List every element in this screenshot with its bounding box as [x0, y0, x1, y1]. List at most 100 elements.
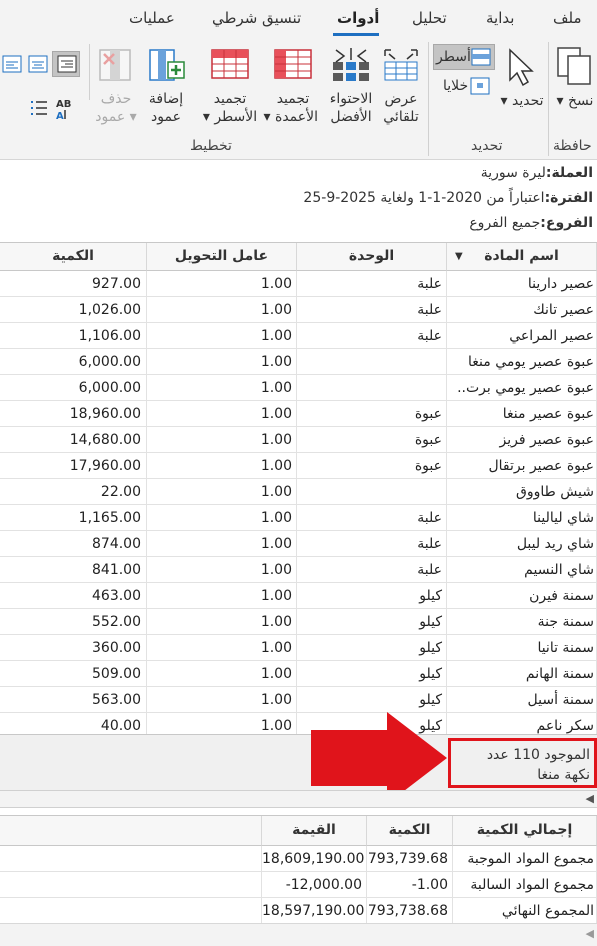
cell-unit[interactable]: علبة — [297, 271, 447, 297]
cell-quantity[interactable]: 40.00 — [0, 713, 147, 734]
table-row[interactable]: شاي ليالينا علبة 1.00 1,165.00 — [0, 505, 597, 531]
cell-unit[interactable]: علبة — [297, 505, 447, 531]
column-header-quantity[interactable]: الكمية — [0, 243, 147, 271]
table-row[interactable]: عصير دارينا علبة 1.00 927.00 — [0, 271, 597, 297]
cell-item-name[interactable]: شاي ليالينا — [447, 505, 597, 531]
cell-quantity[interactable]: 927.00 — [0, 271, 147, 297]
cell-unit[interactable]: علبة — [297, 557, 447, 583]
cell-quantity[interactable]: 18,960.00 — [0, 401, 147, 427]
column-header-unit[interactable]: الوحدة — [297, 243, 447, 271]
freeze-rows-button[interactable]: تجميد الأسطر ▾ — [200, 90, 260, 126]
cell-quantity[interactable]: 1,165.00 — [0, 505, 147, 531]
bottom-scrollbar[interactable]: ◀ — [0, 923, 597, 946]
cell-unit[interactable] — [297, 375, 447, 401]
cell-quantity[interactable]: 563.00 — [0, 687, 147, 713]
cell-item-name[interactable]: عبوة عصير منغا — [447, 401, 597, 427]
cell-factor[interactable]: 1.00 — [147, 401, 297, 427]
freeze-columns-icon[interactable] — [272, 46, 314, 82]
cell-factor[interactable]: 1.00 — [147, 427, 297, 453]
table-row[interactable]: عبوة عصير فريز عبوة 1.00 14,680.00 — [0, 427, 597, 453]
cell-unit[interactable]: عبوة — [297, 453, 447, 479]
cell-item-name[interactable]: عبوة عصير فريز — [447, 427, 597, 453]
tab-operations[interactable]: عمليات — [129, 9, 175, 27]
cell-factor[interactable]: 1.00 — [147, 505, 297, 531]
cell-unit[interactable]: عبوة — [297, 401, 447, 427]
text-align-center-icon[interactable] — [28, 54, 50, 76]
cell-factor[interactable]: 1.00 — [147, 375, 297, 401]
cell-item-name[interactable]: سمنة فيرن — [447, 583, 597, 609]
cells-toggle[interactable]: خلايا — [440, 74, 496, 98]
cell-unit[interactable]: كيلو — [297, 687, 447, 713]
cell-item-name[interactable]: سمنة تانيا — [447, 635, 597, 661]
table-row[interactable]: سكر ناعم كيلو 1.00 40.00 — [0, 713, 597, 734]
cell-quantity[interactable]: 1,026.00 — [0, 297, 147, 323]
add-column-icon[interactable] — [146, 46, 186, 84]
cell-factor[interactable]: 1.00 — [147, 453, 297, 479]
text-align-left-icon[interactable] — [2, 54, 24, 76]
cell-quantity[interactable]: 360.00 — [0, 635, 147, 661]
table-row[interactable]: عصير تانك علبة 1.00 1,026.00 — [0, 297, 597, 323]
table-row[interactable]: شاي النسيم علبة 1.00 841.00 — [0, 557, 597, 583]
cell-item-name[interactable]: سمنة جنة — [447, 609, 597, 635]
table-row[interactable]: عبوة عصير يومي منغا 1.00 6,000.00 — [0, 349, 597, 375]
table-row[interactable]: شاي ريد ليبل علبة 1.00 874.00 — [0, 531, 597, 557]
cell-factor[interactable]: 1.00 — [147, 713, 297, 734]
cell-factor[interactable]: 1.00 — [147, 271, 297, 297]
table-row[interactable]: شيش طاووق 1.00 22.00 — [0, 479, 597, 505]
tab-file[interactable]: ملف — [553, 9, 582, 27]
cell-item-name[interactable]: شيش طاووق — [447, 479, 597, 505]
cell-unit[interactable]: كيلو — [297, 661, 447, 687]
table-row[interactable]: عبوة عصير برتقال عبوة 1.00 17,960.00 — [0, 453, 597, 479]
cell-unit[interactable]: علبة — [297, 531, 447, 557]
table-row[interactable]: سمنة أسيل كيلو 1.00 563.00 — [0, 687, 597, 713]
text-align-right-toggle[interactable] — [52, 51, 80, 77]
cell-item-name[interactable]: سمنة الهانم — [447, 661, 597, 687]
cell-factor[interactable]: 1.00 — [147, 297, 297, 323]
copy-icon[interactable] — [554, 44, 594, 88]
cell-quantity[interactable]: 509.00 — [0, 661, 147, 687]
cell-quantity[interactable]: 22.00 — [0, 479, 147, 505]
cell-item-name[interactable]: عصير دارينا — [447, 271, 597, 297]
table-row[interactable]: سمنة جنة كيلو 1.00 552.00 — [0, 609, 597, 635]
table-row[interactable]: سمنة الهانم كيلو 1.00 509.00 — [0, 661, 597, 687]
cell-factor[interactable]: 1.00 — [147, 349, 297, 375]
cell-factor[interactable]: 1.00 — [147, 661, 297, 687]
cell-item-name[interactable]: شاي النسيم — [447, 557, 597, 583]
cell-unit[interactable]: كيلو — [297, 609, 447, 635]
cell-quantity[interactable]: 463.00 — [0, 583, 147, 609]
cell-factor[interactable]: 1.00 — [147, 583, 297, 609]
cell-item-name[interactable]: سكر ناعم — [447, 713, 597, 734]
cell-quantity[interactable]: 6,000.00 — [0, 349, 147, 375]
cell-quantity[interactable]: 552.00 — [0, 609, 147, 635]
freeze-rows-icon[interactable] — [209, 46, 251, 82]
cell-unit[interactable] — [297, 349, 447, 375]
cell-item-name[interactable]: عبوة عصير يومي برت.. — [447, 375, 597, 401]
cell-quantity[interactable]: 1,106.00 — [0, 323, 147, 349]
cell-unit[interactable]: علبة — [297, 297, 447, 323]
cell-quantity[interactable]: 841.00 — [0, 557, 147, 583]
cell-quantity[interactable]: 6,000.00 — [0, 375, 147, 401]
cell-item-name[interactable]: عصير تانك — [447, 297, 597, 323]
scroll-right-arrow-icon[interactable]: ◀ — [586, 927, 594, 940]
tab-home[interactable]: بداية — [486, 9, 514, 27]
horizontal-scrollbar[interactable]: ◀ — [0, 790, 597, 808]
cell-quantity[interactable]: 874.00 — [0, 531, 147, 557]
table-row[interactable]: سمنة فيرن كيلو 1.00 463.00 — [0, 583, 597, 609]
cell-unit[interactable]: كيلو — [297, 583, 447, 609]
best-fit-icon[interactable] — [330, 46, 372, 86]
sort-az-icon[interactable]: AB A — [52, 96, 78, 122]
rows-toggle[interactable]: أسطر — [433, 44, 495, 70]
cell-unit[interactable] — [297, 479, 447, 505]
column-header-factor[interactable]: عامل التحويل — [147, 243, 297, 271]
best-fit-button[interactable]: الاحتواء الأفضل — [326, 90, 376, 126]
cell-factor[interactable]: 1.00 — [147, 557, 297, 583]
tab-analysis[interactable]: تحليل — [412, 9, 447, 27]
scroll-left-arrow-icon[interactable]: ◀ — [586, 792, 594, 805]
cell-factor[interactable]: 1.00 — [147, 687, 297, 713]
list-numbering-icon[interactable] — [28, 98, 50, 120]
copy-button[interactable]: نسخ ▾ — [555, 92, 595, 110]
cell-factor[interactable]: 1.00 — [147, 531, 297, 557]
cell-unit[interactable]: عبوة — [297, 427, 447, 453]
table-row[interactable]: عبوة عصير منغا عبوة 1.00 18,960.00 — [0, 401, 597, 427]
cell-quantity[interactable]: 17,960.00 — [0, 453, 147, 479]
